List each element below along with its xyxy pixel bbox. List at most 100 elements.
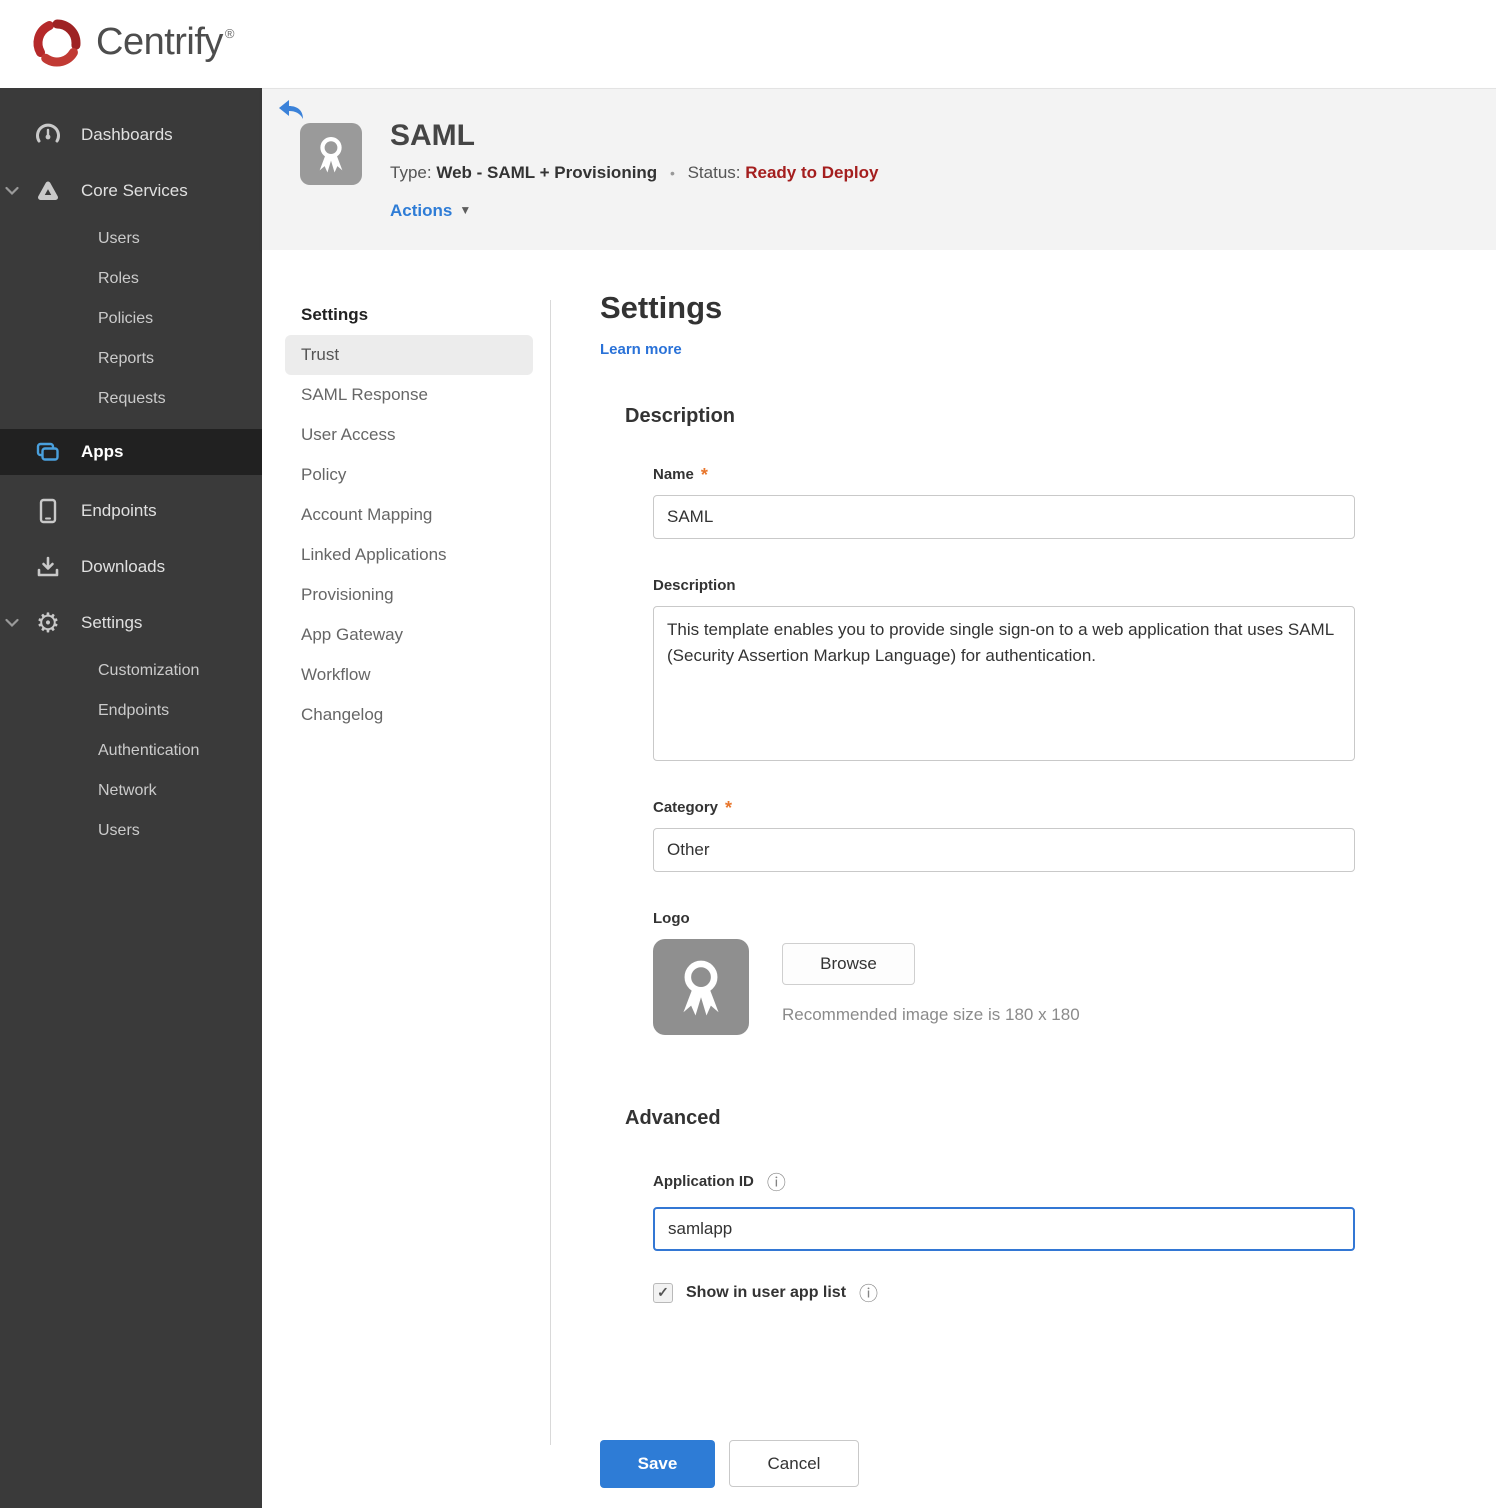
- subnav-item-trust[interactable]: Trust: [285, 335, 533, 375]
- sidebar-item-users-settings[interactable]: Users: [0, 811, 262, 851]
- sidebar-item-label: Core Services: [81, 181, 188, 200]
- subnav-item-workflow[interactable]: Workflow: [285, 655, 533, 695]
- name-label-text: Name: [653, 466, 694, 483]
- subnav-item-provisioning[interactable]: Provisioning: [285, 575, 533, 615]
- gear-glyph: ⚙: [35, 607, 61, 638]
- category-label: Category *: [653, 797, 1370, 818]
- subnav-item-linked-applications[interactable]: Linked Applications: [285, 535, 533, 575]
- back-arrow-icon[interactable]: [277, 98, 305, 122]
- category-label-text: Category: [653, 799, 719, 816]
- sidebar-item-requests[interactable]: Requests: [0, 379, 262, 419]
- gear-icon: ⚙: [34, 607, 62, 638]
- sidebar-item-label: Endpoints: [81, 501, 157, 520]
- device-icon: [34, 498, 62, 524]
- type-value: Web - SAML + Provisioning: [436, 163, 658, 182]
- sidebar-item-reports[interactable]: Reports: [0, 339, 262, 379]
- sidebar-item-authentication[interactable]: Authentication: [0, 731, 262, 771]
- brand-name: Centrify: [96, 21, 223, 63]
- logo-recommendation-text: Recommended image size is 180 x 180: [782, 1005, 1080, 1024]
- sidebar-item-dashboards[interactable]: Dashboards: [0, 107, 262, 163]
- sidebar-item-label: Dashboards: [81, 125, 173, 144]
- description-section-heading: Description: [625, 405, 736, 427]
- application-id-label-text: Application ID: [653, 1173, 754, 1190]
- cancel-button[interactable]: Cancel: [729, 1440, 859, 1487]
- actions-menu[interactable]: Actions ▼: [390, 201, 471, 221]
- settings-panel: Settings Learn more Description Name * D…: [600, 290, 1370, 1306]
- core-services-icon: [34, 179, 62, 203]
- status-label: Status:: [687, 163, 741, 182]
- sidebar-item-label: Settings: [81, 613, 143, 632]
- meta-separator: •: [669, 165, 675, 181]
- sidebar-item-endpoints-settings[interactable]: Endpoints: [0, 691, 262, 731]
- sidebar-item-settings[interactable]: ⚙ Settings: [0, 595, 262, 651]
- logo-preview-icon: [653, 939, 749, 1035]
- subnav-item-app-gateway[interactable]: App Gateway: [285, 615, 533, 655]
- actions-label: Actions: [390, 201, 453, 220]
- type-label: Type:: [390, 163, 432, 182]
- page-title: Settings: [600, 290, 723, 325]
- show-in-app-list-checkbox[interactable]: ✓: [653, 1282, 673, 1303]
- subnav-item-changelog[interactable]: Changelog: [285, 695, 533, 735]
- description-label-text: Description: [653, 577, 736, 594]
- description-form: Name * Description This template enables…: [653, 466, 1370, 1035]
- chevron-down-icon[interactable]: [5, 186, 19, 196]
- sidebar-item-apps[interactable]: Apps: [0, 429, 262, 475]
- show-in-app-list-row: ✓ Show in user app list ⓘ: [653, 1279, 1370, 1306]
- logo-actions: Browse Recommended image size is 180 x 1…: [782, 939, 1080, 1035]
- sidebar-item-downloads[interactable]: Downloads: [0, 539, 262, 595]
- learn-more-link[interactable]: Learn more: [600, 341, 682, 358]
- sidebar-item-core-services[interactable]: Core Services: [0, 163, 262, 219]
- description-label: Description: [653, 577, 1370, 594]
- centrify-logo-icon: [26, 12, 88, 74]
- sidebar-item-roles[interactable]: Roles: [0, 259, 262, 299]
- subnav-item-user-access[interactable]: User Access: [285, 415, 533, 455]
- info-icon[interactable]: ⓘ: [859, 1279, 878, 1306]
- show-in-app-list-label: Show in user app list: [686, 1283, 847, 1301]
- subnav-heading: Settings: [301, 305, 369, 324]
- info-icon[interactable]: ⓘ: [767, 1168, 786, 1195]
- content-area: Settings Trust SAML Response User Access…: [262, 250, 1496, 1508]
- download-icon: [34, 555, 62, 579]
- app-window: Centrify ® Dashboards Core Services User…: [0, 0, 1496, 1508]
- vertical-divider: [550, 300, 551, 1445]
- subnav-item-account-mapping[interactable]: Account Mapping: [285, 495, 533, 535]
- required-asterisk: *: [700, 464, 708, 485]
- top-bar: Centrify ®: [0, 0, 1496, 88]
- application-id-label: Application ID ⓘ: [653, 1168, 1370, 1195]
- logo-label: Logo: [653, 910, 1370, 927]
- app-header: SAML Type: Web - SAML + Provisioning • S…: [262, 88, 1496, 250]
- name-label: Name *: [653, 464, 1370, 485]
- subnav-item-saml-response[interactable]: SAML Response: [285, 375, 533, 415]
- brand-logo: Centrify ®: [26, 12, 235, 74]
- app-logo-icon: [300, 123, 362, 185]
- save-button[interactable]: Save: [600, 1440, 715, 1488]
- status-value: Ready to Deploy: [745, 163, 879, 182]
- name-field[interactable]: [653, 495, 1355, 539]
- gauge-icon: [34, 123, 62, 147]
- chevron-down-icon[interactable]: [5, 618, 19, 628]
- application-id-field[interactable]: [653, 1207, 1355, 1251]
- checkmark-icon: ✓: [657, 1284, 669, 1300]
- sidebar-item-label: Downloads: [81, 557, 166, 576]
- caret-down-icon: ▼: [459, 203, 472, 217]
- app-title: SAML: [390, 119, 475, 152]
- advanced-section-heading: Advanced: [625, 1107, 721, 1129]
- sidebar-item-network[interactable]: Network: [0, 771, 262, 811]
- app-meta: Type: Web - SAML + Provisioning • Status…: [390, 163, 878, 183]
- advanced-form: Application ID ⓘ ✓ Show in user app list…: [653, 1168, 1370, 1306]
- apps-icon: [34, 441, 62, 463]
- sidebar-item-endpoints[interactable]: Endpoints: [0, 483, 262, 539]
- sidebar-item-customization[interactable]: Customization: [0, 651, 262, 691]
- subnav-item-policy[interactable]: Policy: [285, 455, 533, 495]
- sidebar-item-label: Apps: [81, 442, 124, 461]
- sidebar-item-users[interactable]: Users: [0, 219, 262, 259]
- description-field[interactable]: This template enables you to provide sin…: [653, 606, 1355, 761]
- sidebar-item-policies[interactable]: Policies: [0, 299, 262, 339]
- settings-subnav: Settings Trust SAML Response User Access…: [285, 295, 533, 735]
- form-footer: Save Cancel: [600, 1440, 859, 1488]
- required-asterisk: *: [725, 797, 733, 818]
- logo-label-text: Logo: [653, 910, 690, 927]
- browse-button[interactable]: Browse: [782, 943, 915, 985]
- category-field[interactable]: [653, 828, 1355, 872]
- logo-row: Browse Recommended image size is 180 x 1…: [653, 939, 1370, 1035]
